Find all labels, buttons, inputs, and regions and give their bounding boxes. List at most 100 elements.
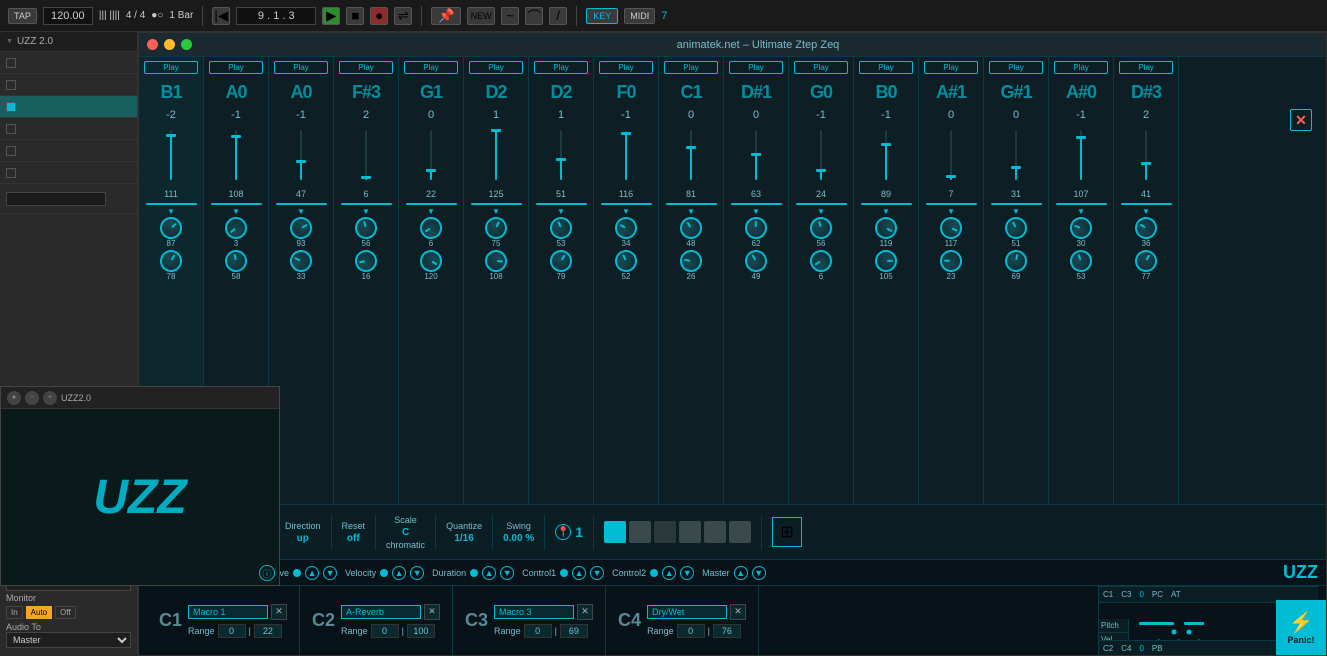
track-checkbox[interactable]	[6, 80, 16, 90]
knob-2[interactable]	[1131, 246, 1161, 276]
macro-c3-max[interactable]	[560, 624, 588, 638]
pin-button[interactable]: 📌	[431, 7, 461, 25]
knob-2[interactable]	[806, 246, 836, 276]
bpm-display[interactable]: 120.00	[43, 7, 93, 25]
skip-back-button[interactable]: |◀	[212, 7, 230, 25]
knob-1[interactable]	[286, 213, 316, 243]
knob-1[interactable]	[676, 213, 706, 243]
knob-1[interactable]	[937, 214, 966, 243]
macro-c4-delete-btn[interactable]: ✕	[730, 604, 746, 620]
key-button[interactable]: KEY	[586, 8, 618, 24]
knob-2[interactable]	[223, 248, 249, 274]
seq-play-btn[interactable]: Play	[664, 61, 718, 74]
knob-1[interactable]	[547, 214, 576, 243]
knob-1[interactable]	[156, 213, 187, 244]
velocity-slider[interactable]	[791, 125, 851, 185]
knob-2[interactable]	[611, 246, 640, 275]
knob-2[interactable]	[546, 246, 576, 276]
metronome-icon[interactable]: ●○	[151, 10, 163, 21]
play-button[interactable]: ▶	[322, 7, 340, 25]
track-item[interactable]	[0, 52, 137, 74]
macro-c4-max[interactable]	[713, 624, 741, 638]
knob-1[interactable]	[416, 213, 446, 243]
maximize-dot[interactable]	[181, 39, 192, 50]
swatch-cyan[interactable]	[604, 521, 626, 543]
velocity-slider[interactable]	[856, 125, 916, 185]
seq-play-btn[interactable]: Play	[1054, 61, 1108, 74]
knob-1[interactable]	[1131, 213, 1161, 243]
duration-down-btn[interactable]: ▼	[500, 566, 514, 580]
master-down-btn[interactable]: ▼	[752, 566, 766, 580]
velocity-up-btn[interactable]: ▲	[392, 566, 406, 580]
velocity-slider[interactable]	[726, 125, 786, 185]
knob-2[interactable]	[741, 246, 771, 276]
octave-up-btn[interactable]: ▲	[305, 566, 319, 580]
seq-play-btn[interactable]: Play	[144, 61, 198, 74]
track-item[interactable]	[0, 140, 137, 162]
record-button[interactable]: ●	[370, 7, 388, 25]
knob-2[interactable]	[353, 248, 379, 274]
velocity-slider[interactable]	[271, 125, 331, 185]
seq-play-btn[interactable]: Play	[599, 61, 653, 74]
minimize-dot[interactable]	[164, 39, 175, 50]
velocity-slider[interactable]	[336, 125, 396, 185]
knob-2[interactable]	[678, 248, 704, 274]
knob-2[interactable]	[416, 246, 446, 276]
macro-c1-max[interactable]	[254, 624, 282, 638]
nav-pin-icon[interactable]: 📍	[555, 524, 571, 540]
track-name-input[interactable]	[6, 192, 106, 206]
swatch-dark5[interactable]	[729, 521, 751, 543]
seq-play-btn[interactable]: Play	[339, 61, 393, 74]
macro-c4-name-input[interactable]	[647, 605, 727, 619]
new-button[interactable]: NEW	[467, 7, 495, 25]
knob-1[interactable]	[807, 214, 834, 241]
master-up-btn[interactable]: ▲	[734, 566, 748, 580]
control1-up-btn[interactable]: ▲	[572, 566, 586, 580]
knob-1[interactable]	[871, 213, 901, 243]
velocity-slider[interactable]	[596, 125, 656, 185]
macro-c2-min[interactable]	[371, 624, 399, 638]
velocity-slider[interactable]	[1116, 125, 1176, 185]
loop-button[interactable]: ⇌	[394, 7, 412, 25]
swatch-dark4[interactable]	[704, 521, 726, 543]
control2-up-btn[interactable]: ▲	[662, 566, 676, 580]
macro-c4-min[interactable]	[677, 624, 705, 638]
knob-1[interactable]	[1067, 214, 1095, 242]
loop-display[interactable]: 1 Bar	[169, 10, 193, 21]
knob-2[interactable]	[875, 250, 898, 273]
knob-1[interactable]	[481, 213, 510, 242]
uzz-close-btn[interactable]: ●	[7, 391, 21, 405]
seq-play-btn[interactable]: Play	[274, 61, 328, 74]
monitor-auto-btn[interactable]: Auto	[26, 606, 52, 619]
macro-c1-delete-btn[interactable]: ✕	[271, 604, 287, 620]
knob-2[interactable]	[484, 249, 508, 273]
control1-down-btn[interactable]: ▼	[590, 566, 604, 580]
velocity-slider[interactable]	[141, 125, 201, 185]
track-checkbox[interactable]	[6, 58, 16, 68]
grid-icon[interactable]: ⊞	[772, 517, 802, 547]
knob-1[interactable]	[1001, 213, 1031, 243]
stop-button[interactable]: ■	[346, 7, 364, 25]
track-item[interactable]	[0, 162, 137, 184]
knob-1[interactable]	[611, 213, 641, 243]
knob-2[interactable]	[156, 246, 186, 276]
seq-play-btn[interactable]: Play	[534, 61, 588, 74]
swatch-dark1[interactable]	[629, 521, 651, 543]
uzz-min-btn[interactable]: −	[25, 391, 39, 405]
close-dot[interactable]	[147, 39, 158, 50]
velocity-slider[interactable]	[531, 125, 591, 185]
swatch-dark3[interactable]	[679, 521, 701, 543]
velocity-slider[interactable]	[206, 125, 266, 185]
envelope-button[interactable]: ⌒	[525, 7, 543, 25]
track-item[interactable]	[0, 118, 137, 140]
track-checkbox[interactable]	[6, 168, 16, 178]
velocity-slider[interactable]	[921, 125, 981, 185]
velocity-down-btn[interactable]: ▼	[410, 566, 424, 580]
track-item[interactable]	[0, 74, 137, 96]
seq-play-btn[interactable]: Play	[729, 61, 783, 74]
seq-play-btn[interactable]: Play	[859, 61, 913, 74]
macro-c3-name-input[interactable]	[494, 605, 574, 619]
seq-play-btn[interactable]: Play	[989, 61, 1043, 74]
panic-button[interactable]: ⚡ Panic!	[1276, 600, 1326, 655]
monitor-off-btn[interactable]: Off	[55, 606, 76, 619]
